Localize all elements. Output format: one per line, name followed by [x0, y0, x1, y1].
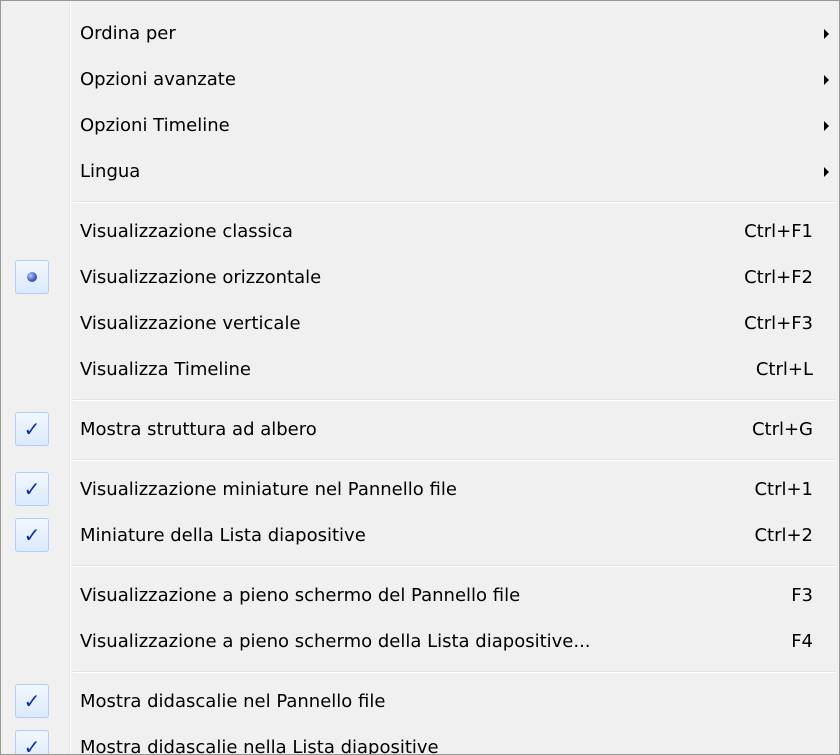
menu-item-label: Mostra didascalie nella Lista diapositiv… — [80, 737, 439, 755]
menu-item-label: Opzioni Timeline — [80, 115, 230, 136]
menu-item-visualizzazione-verticale[interactable]: Visualizzazione verticale Ctrl+F3 — [1, 301, 839, 347]
submenu-arrow-icon — [824, 29, 829, 39]
menu-item-opzioni-timeline[interactable]: Opzioni Timeline — [1, 103, 839, 149]
menu-item-label: Miniature della Lista diapositive — [80, 525, 366, 546]
menu-item-shortcut: Ctrl+F2 — [744, 267, 813, 288]
checkmark-icon: ✓ — [23, 477, 41, 501]
checkmark-box: ✓ — [15, 518, 49, 552]
menu-item-shortcut: Ctrl+L — [755, 359, 813, 380]
menu-item-mostra-struttura-ad-albero[interactable]: ✓ Mostra struttura ad albero Ctrl+G — [1, 407, 839, 453]
menu-item-label: Visualizzazione miniature nel Pannello f… — [80, 479, 457, 500]
menu-separator — [1, 195, 839, 209]
menu-item-miniature-della-lista-diapositive[interactable]: ✓ Miniature della Lista diapositive Ctrl+2 — [1, 513, 839, 559]
checkmark-icon: ✓ — [23, 689, 41, 713]
menu-item-visualizzazione-a-pieno-schermo-della-lista-diapositive[interactable]: Visualizzazione a pieno schermo della Li… — [1, 619, 839, 665]
menu-item-visualizzazione-orizzontale[interactable]: Visualizzazione orizzontale Ctrl+F2 — [1, 255, 839, 301]
menu-item-label: Visualizzazione verticale — [80, 313, 301, 334]
menu-item-mostra-didascalie-nel-pannello-file[interactable]: ✓ Mostra didascalie nel Pannello file — [1, 679, 839, 725]
menu-separator — [1, 453, 839, 467]
menu-item-shortcut: F3 — [791, 585, 813, 606]
menu-item-visualizzazione-a-pieno-schermo-del-pannello-file[interactable]: Visualizzazione a pieno schermo del Pann… — [1, 573, 839, 619]
submenu-arrow-icon — [824, 75, 829, 85]
checkmark-icon: ✓ — [23, 735, 41, 755]
menu-item-label: Lingua — [80, 161, 141, 182]
radio-bullet-icon — [27, 272, 37, 282]
menu-item-shortcut: F4 — [791, 631, 813, 652]
menu-item-label: Visualizzazione a pieno schermo della Li… — [80, 631, 591, 652]
radio-box — [15, 260, 49, 294]
menu-item-mostra-didascalie-nella-lista-diapositive[interactable]: ✓ Mostra didascalie nella Lista diapositi… — [1, 725, 839, 755]
menu-item-label: Opzioni avanzate — [80, 69, 236, 90]
menu-item-label: Mostra didascalie nel Pannello file — [80, 691, 386, 712]
checkmark-icon: ✓ — [23, 417, 41, 441]
menu-item-shortcut: Ctrl+F1 — [744, 221, 813, 242]
menu-item-visualizzazione-miniature-nel-pannello-file[interactable]: ✓ Visualizzazione miniature nel Pannello … — [1, 467, 839, 513]
submenu-arrow-icon — [824, 121, 829, 131]
menu-item-label: Visualizzazione classica — [80, 221, 293, 242]
separator-line-highlight — [73, 460, 836, 461]
menu-item-label: Visualizzazione a pieno schermo del Pann… — [80, 585, 521, 606]
menu-item-shortcut: Ctrl+G — [751, 419, 813, 440]
menu-item-visualizza-timeline[interactable]: Visualizza Timeline Ctrl+L — [1, 347, 839, 393]
menu-separator — [1, 559, 839, 573]
separator-line-highlight — [73, 672, 836, 673]
menu-item-label: Ordina per — [80, 23, 176, 44]
separator-line-highlight — [73, 566, 836, 567]
menu-item-label: Visualizza Timeline — [80, 359, 251, 380]
menu-item-ordina-per[interactable]: Ordina per — [1, 11, 839, 57]
menu-item-shortcut: Ctrl+2 — [754, 525, 813, 546]
menu-separator — [1, 665, 839, 679]
checkmark-box: ✓ — [15, 472, 49, 506]
menu-item-shortcut: Ctrl+F3 — [744, 313, 813, 334]
menu-item-label: Visualizzazione orizzontale — [80, 267, 322, 288]
context-menu: Ordina per Opzioni avanzate Opzioni Timeli… — [0, 0, 840, 755]
menu-item-opzioni-avanzate[interactable]: Opzioni avanzate — [1, 57, 839, 103]
menu-item-label: Mostra struttura ad albero — [80, 419, 317, 440]
separator-line-highlight — [73, 400, 836, 401]
separator-line-highlight — [73, 202, 836, 203]
menu-item-visualizzazione-classica[interactable]: Visualizzazione classica Ctrl+F1 — [1, 209, 839, 255]
checkmark-icon: ✓ — [23, 523, 41, 547]
menu-separator — [1, 393, 839, 407]
checkmark-box: ✓ — [15, 684, 49, 718]
checkmark-box: ✓ — [15, 412, 49, 446]
menu-item-shortcut: Ctrl+1 — [754, 479, 813, 500]
submenu-arrow-icon — [824, 167, 829, 177]
menu-items: Ordina per Opzioni avanzate Opzioni Timeli… — [1, 11, 839, 755]
menu-item-lingua[interactable]: Lingua — [1, 149, 839, 195]
checkmark-box: ✓ — [15, 730, 49, 755]
